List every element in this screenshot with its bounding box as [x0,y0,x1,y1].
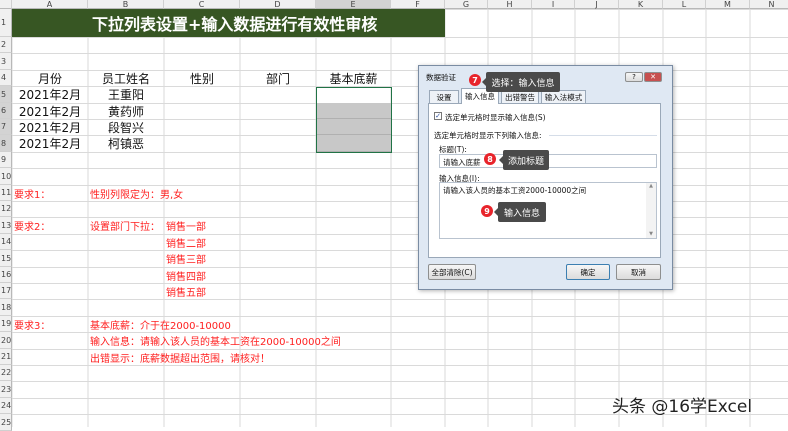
callout-8: 添加标题 [499,150,549,170]
month-cell[interactable]: 2021年2月 [14,103,86,119]
column-header[interactable]: D [240,0,316,9]
column-header[interactable]: C [164,0,240,9]
column-title-cell[interactable]: 基本底薪 [318,70,389,86]
requirement-text[interactable]: 输入信息：请输入该人员的基本工资在2000-10000之间 [90,332,389,349]
name-cell[interactable]: 段智兴 [90,119,162,135]
scroll-down-icon[interactable]: ▼ [646,231,656,237]
column-header[interactable]: H [488,0,532,9]
row-header[interactable]: 23 [0,381,12,398]
row-header[interactable]: 24 [0,398,12,414]
column-header[interactable]: N [750,0,788,9]
row-header[interactable]: 22 [0,365,12,381]
tab-panel: ✓ 选定单元格时显示输入信息(S) 选定单元格时显示下列输入信息: 标题(T):… [428,103,661,258]
textarea-scrollbar[interactable]: ▲ ▼ [646,183,656,238]
month-cell[interactable]: 2021年2月 [14,86,86,103]
row-header[interactable]: 4 [0,70,12,86]
step-badge-8: 8 [484,153,496,165]
message-textarea[interactable]: 请输入该人员的基本工资2000-10000之间 [439,182,657,239]
row-header[interactable]: 16 [0,267,12,283]
row-header[interactable]: 17 [0,283,12,299]
row-header[interactable]: 21 [0,349,12,365]
divider [549,135,657,136]
watermark: 头条 @16学Excel [612,397,753,417]
column-header[interactable]: M [706,0,750,9]
column-header[interactable]: F [391,0,445,9]
selected-range-e5-e8[interactable] [316,87,392,153]
ok-button[interactable]: 确定 [566,264,610,280]
column-header[interactable]: J [575,0,619,9]
column-title-cell[interactable]: 月份 [14,70,86,86]
row-header[interactable]: 2 [0,37,12,53]
show-input-checkbox[interactable]: ✓ [434,112,442,120]
requirement-text[interactable]: 出错显示：底薪数据超出范围，请核对！ [90,349,389,365]
column-title-cell[interactable]: 部门 [242,70,314,86]
sheet-title: 下拉列表设置+输入数据进行有效性审核 [12,9,445,37]
name-cell[interactable]: 黄药师 [90,103,162,119]
row-header[interactable]: 8 [0,135,12,152]
month-cell[interactable]: 2021年2月 [14,119,86,135]
column-header[interactable]: G [445,0,488,9]
requirement-label[interactable]: 要求1： [14,185,86,201]
scroll-up-icon[interactable]: ▲ [646,183,656,189]
requirement-text[interactable]: 设置部门下拉： [90,217,162,234]
dialog-title: 数据验证 [426,73,456,82]
row-header[interactable]: 12 [0,201,12,217]
clear-all-button[interactable]: 全部清除(C) [428,264,476,280]
row-header[interactable]: 15 [0,250,12,267]
row-header[interactable]: 9 [0,152,12,168]
row-header[interactable]: 25 [0,414,12,431]
help-button[interactable]: ? [625,72,643,82]
message-text: 请输入该人员的基本工资2000-10000之间 [443,186,587,195]
department-option[interactable]: 销售三部 [166,250,238,267]
column-header[interactable]: I [532,0,575,9]
department-option[interactable]: 销售四部 [166,267,238,283]
requirement-label[interactable]: 要求3： [14,316,86,332]
requirement-text[interactable]: 基本底薪：介于在2000-10000 [90,316,389,332]
data-validation-dialog: 数据验证 ? ✕ 设置 输入信息 出错警告 输入法模式 ✓ 选定单元格时显示输入… [418,65,673,290]
column-title-cell[interactable]: 员工姓名 [90,70,162,86]
callout-9: 输入信息 [494,202,546,222]
department-option[interactable]: 销售五部 [166,283,238,299]
column-header[interactable]: E [316,0,391,9]
row-header[interactable]: 3 [0,53,12,70]
callout-7: 选择：输入信息 [482,72,560,92]
row-header[interactable]: 1 [0,9,12,37]
requirement-label[interactable]: 要求2： [14,217,86,234]
row-header[interactable]: 11 [0,185,12,201]
step-badge-7: 7 [469,74,481,86]
close-button[interactable]: ✕ [644,72,662,82]
row-header[interactable]: 18 [0,299,12,316]
row-header[interactable]: 10 [0,168,12,185]
step-badge-9: 9 [481,205,493,217]
cancel-button[interactable]: 取消 [616,264,661,280]
row-header[interactable]: 5 [0,86,12,103]
name-cell[interactable]: 柯镇恶 [90,135,162,152]
column-header[interactable]: K [619,0,663,9]
column-header[interactable]: L [663,0,706,9]
tab-settings[interactable]: 设置 [429,90,459,103]
requirement-text[interactable]: 性别列限定为：男,女 [90,185,314,201]
column-header[interactable]: A [12,0,88,9]
row-header[interactable]: 6 [0,103,12,119]
name-cell[interactable]: 王重阳 [90,86,162,103]
select-all-corner[interactable] [0,0,12,9]
column-header[interactable]: B [88,0,164,9]
row-header[interactable]: 20 [0,332,12,349]
row-header[interactable]: 14 [0,234,12,250]
department-option[interactable]: 销售一部 [166,217,238,234]
month-cell[interactable]: 2021年2月 [14,135,86,152]
checkbox-label: 选定单元格时显示输入信息(S) [445,113,546,122]
section-label: 选定单元格时显示下列输入信息: [434,131,542,140]
row-header[interactable]: 19 [0,316,12,332]
row-header[interactable]: 7 [0,119,12,135]
department-option[interactable]: 销售二部 [166,234,238,250]
column-title-cell[interactable]: 性别 [166,70,238,86]
row-header[interactable]: 13 [0,217,12,234]
